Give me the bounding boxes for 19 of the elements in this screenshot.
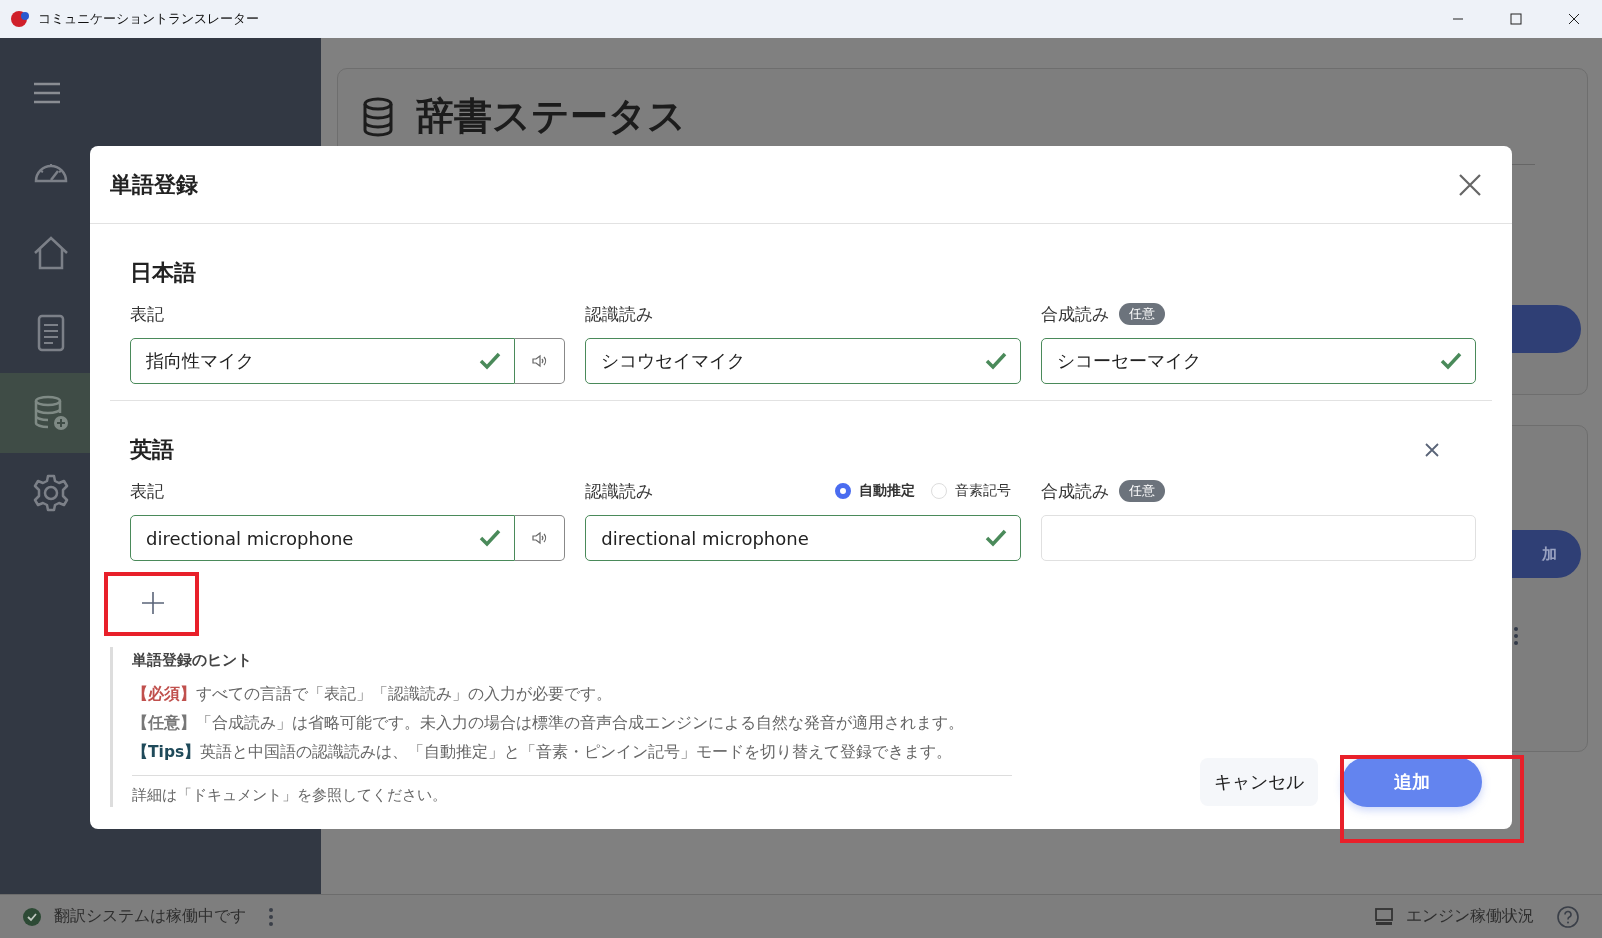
field-label: 合成読み: [1040, 479, 1109, 503]
window-title: コミュニケーショントランスレーター: [38, 10, 259, 28]
section-heading: 日本語: [130, 259, 196, 287]
optional-badge: 任意: [1118, 480, 1165, 502]
status-message: 翻訳システムは稼働中です: [54, 906, 246, 927]
field-label: 認識読み: [585, 302, 654, 326]
hint-note: 詳細は「ドキュメント」を参照してください。: [132, 786, 448, 805]
hint-line: 【任意】「合成読み」は省略可能です。未入力の場合は標準の音声合成エンジンによる自然な発音が適用されます。: [132, 713, 965, 734]
field-label: 表記: [130, 479, 164, 503]
hint-line: 【必須】すべての言語で「表記」「認識読み」の入力が必要です。: [132, 684, 613, 705]
hints-title: 単語登録のヒント: [132, 651, 253, 670]
field-label: 合成読み: [1040, 302, 1109, 326]
field-label: 認識読み: [585, 479, 654, 503]
optional-badge: 任意: [1118, 303, 1165, 325]
field-label: 表記: [130, 302, 164, 326]
hint-line: 【Tips】英語と中国語の認識読みは、「自動推定」と「音素・ピンイン記号」モードを切り替えて登録できます。: [132, 742, 954, 763]
section-heading: 英語: [130, 436, 174, 464]
dialog-title: 単語登録: [110, 170, 198, 199]
page-title: 辞書ステータス: [416, 93, 686, 140]
